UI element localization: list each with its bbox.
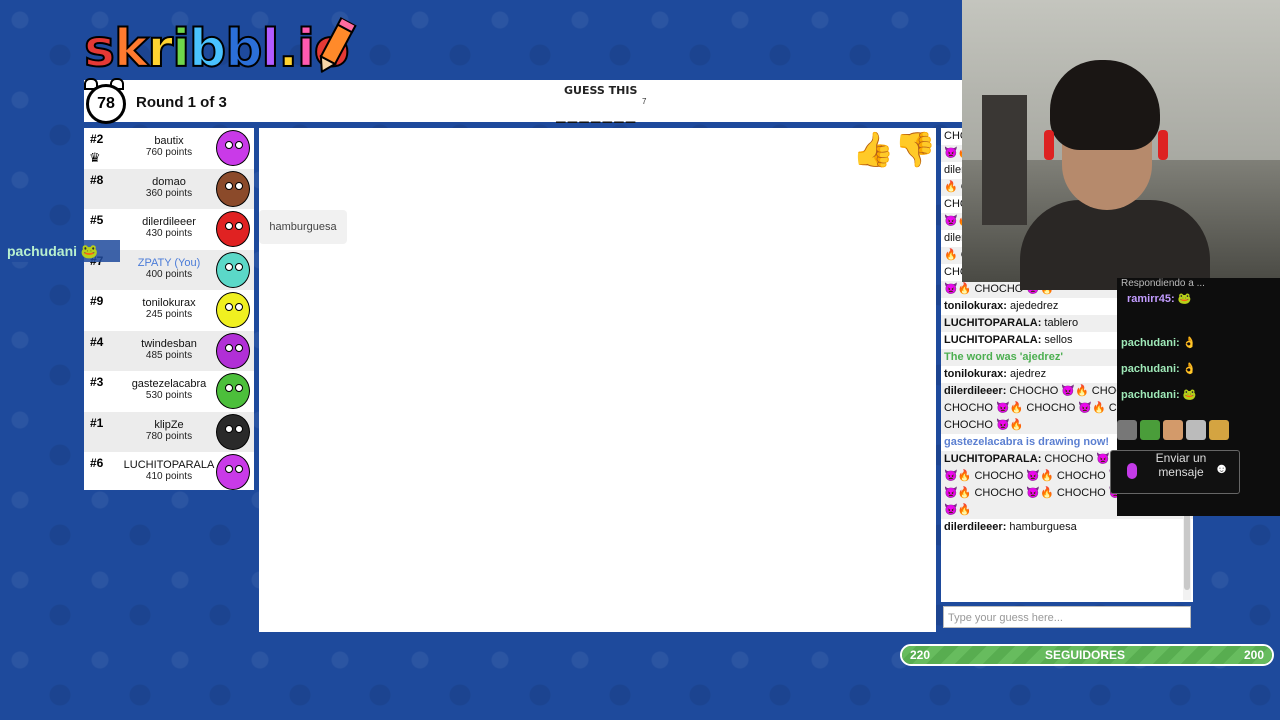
- chat-text: hamburguesa: [1006, 521, 1077, 533]
- logo-letter: r: [147, 18, 175, 80]
- stream-chat-row: ramirr45: 🐸: [1127, 293, 1192, 305]
- chat-user: LUCHITOPARALA:: [944, 334, 1042, 346]
- thumbs-up-icon[interactable]: 👍: [852, 130, 894, 170]
- player-list: #2 ♛ bautix 760 points #8 domao 360 points #5 di…: [84, 128, 254, 490]
- player-points: 485 points: [145, 349, 193, 361]
- player-avatar: [216, 211, 250, 247]
- round-indicator: Round 1 of 3: [136, 94, 227, 111]
- player-rank: #1: [90, 415, 104, 430]
- player-rank: #3: [90, 375, 104, 389]
- send-message-label: Enviar un mensaje: [1155, 451, 1207, 479]
- player-avatar: [216, 130, 250, 166]
- chat-user: tonilokurax:: [944, 368, 1007, 380]
- emote-bar[interactable]: [1117, 420, 1237, 442]
- player-rank: #4: [90, 334, 104, 349]
- chat-user: tonilokurax:: [944, 300, 1007, 312]
- player-row[interactable]: #2 ♛ bautix 760 points: [84, 128, 254, 169]
- player-avatar: [216, 373, 250, 409]
- player-name: gastezelacabra: [131, 378, 207, 390]
- chat-text: ajedrez: [1006, 368, 1047, 380]
- stream-chat-row: pachudani: 👌: [1121, 337, 1197, 349]
- timer-clock-icon: 78: [84, 78, 126, 124]
- webcam-feed: [962, 0, 1280, 290]
- player-rank: #5: [90, 213, 104, 227]
- player-row[interactable]: #8 domao 360 points: [84, 168, 254, 209]
- word-hint-blanks: _______: [556, 104, 638, 123]
- logo-letter: l: [261, 18, 281, 80]
- player-points: 245 points: [145, 309, 193, 320]
- player-name: bautix: [154, 135, 184, 147]
- logo-letter: i: [171, 18, 191, 80]
- player-avatar: [216, 332, 250, 369]
- player-name: LUCHITOPARALA: [123, 459, 215, 471]
- player-avatar: [216, 454, 250, 490]
- player-points: 760 points: [145, 147, 193, 158]
- word-length: 7: [642, 97, 647, 106]
- chat-text: ajededrez: [1006, 300, 1059, 312]
- logo-letter: k: [113, 18, 150, 80]
- emoji-icon[interactable]: ☻: [1214, 461, 1229, 475]
- chat-user: LUCHITOPARALA:: [944, 453, 1042, 465]
- player-points: 410 points: [145, 471, 193, 482]
- overlay-chat-user: pachudani 🐸: [0, 240, 120, 262]
- frog-emote-icon: 🐸: [80, 243, 99, 259]
- followers-current: 220: [910, 648, 931, 662]
- player-points: 360 points: [145, 187, 193, 199]
- player-name: dilerdileeer: [142, 216, 196, 228]
- player-avatar: [216, 413, 250, 450]
- chat-text: sellos: [1041, 334, 1073, 346]
- player-points: 780 points: [145, 430, 193, 442]
- guess-input[interactable]: Type your guess here...: [943, 606, 1191, 628]
- player-row[interactable]: #9 tonilokurax 245 points: [84, 290, 254, 331]
- player-avatar: [216, 170, 250, 207]
- player-rank: #6: [90, 456, 104, 470]
- logo-letter: .: [277, 18, 299, 80]
- player-rank: #9: [90, 294, 104, 308]
- player-row[interactable]: #6 LUCHITOPARALA 410 points: [84, 452, 254, 493]
- skribbl-logo: skribbl.io: [83, 14, 351, 84]
- player-row[interactable]: #3 gastezelacabra 530 points: [84, 371, 254, 412]
- player-name: twindesban: [141, 337, 197, 350]
- stream-chat-row: pachudani: 🐸: [1121, 389, 1197, 401]
- chat-user: dilerdileeer:: [944, 521, 1007, 533]
- followers-goal-bar: 220 SEGUIDORES 200: [900, 644, 1274, 666]
- player-points: 400 points: [145, 268, 193, 280]
- streamer-figure: [1020, 60, 1210, 290]
- guess-label: GUESS THIS: [564, 84, 638, 97]
- chat-text: tablero: [1041, 317, 1079, 329]
- stream-chat-row: pachudani: 👌: [1121, 363, 1197, 375]
- player-rank: #2: [90, 132, 104, 146]
- player-avatar: [216, 251, 250, 288]
- logo-letter: i: [296, 18, 316, 80]
- player-avatar: [216, 292, 250, 328]
- followers-label: SEGUIDORES: [1045, 648, 1126, 662]
- player-name: ZPATY (You): [137, 256, 201, 269]
- logo-letter: b: [224, 18, 263, 80]
- drawing-canvas[interactable]: [259, 128, 936, 632]
- logo-letter: b: [188, 18, 227, 80]
- logo-letter: s: [83, 18, 116, 80]
- timer-value: 78: [86, 84, 126, 124]
- player-points: 430 points: [145, 228, 193, 239]
- chat-user: LUCHITOPARALA:: [944, 317, 1042, 329]
- player-speech-bubble: hamburguesa: [259, 210, 347, 244]
- chat-user: dilerdileeer:: [944, 385, 1007, 397]
- reply-header: Respondiendo a ...: [1121, 278, 1205, 289]
- player-points: 530 points: [145, 390, 193, 401]
- player-name: domao: [152, 175, 186, 188]
- microphone-icon[interactable]: [1127, 463, 1137, 479]
- player-row[interactable]: #1 klipZe 780 points: [84, 411, 254, 452]
- send-message-box[interactable]: Enviar un mensaje ☻: [1110, 450, 1240, 494]
- followers-goal: 200: [1243, 648, 1264, 662]
- chat-message: dilerdileeer: hamburguesa: [941, 519, 1193, 536]
- player-name: klipZe: [154, 418, 184, 431]
- crown-icon: ♛: [89, 150, 101, 165]
- player-name: tonilokurax: [142, 297, 196, 309]
- player-rank: #8: [90, 172, 104, 187]
- thumbs-down-icon[interactable]: 👎: [894, 130, 936, 170]
- player-row[interactable]: #4 twindesban 485 points: [84, 330, 254, 371]
